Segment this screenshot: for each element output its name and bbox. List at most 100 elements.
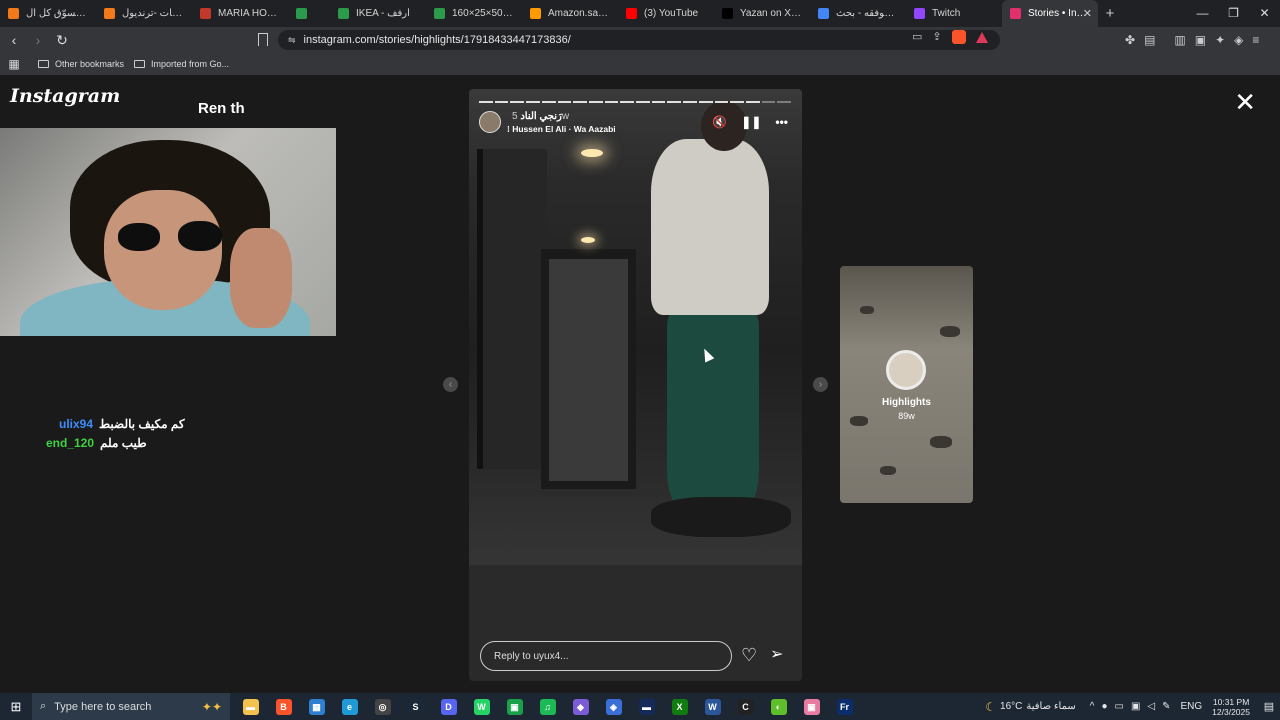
site-info-icon[interactable]: ⇋ — [288, 35, 296, 46]
menu-icon[interactable]: ≡ — [1252, 33, 1259, 47]
taskbar-search[interactable]: ⌕ Type here to search ✦✦ — [32, 693, 230, 720]
bookmark-imported[interactable]: Imported from Go... — [134, 59, 229, 69]
back-icon[interactable]: ‹ — [4, 32, 24, 48]
display-icon[interactable]: ▭ — [1115, 701, 1124, 712]
progress-segment — [777, 101, 792, 103]
taskbar-app-fresco[interactable]: Fr — [828, 693, 861, 720]
bookmark-label: Imported from Go... — [151, 59, 230, 69]
taskbar-app-brave[interactable]: B — [267, 693, 300, 720]
like-heart-icon[interactable]: ♡ — [741, 645, 757, 665]
progress-segment — [683, 101, 697, 103]
mute-icon[interactable]: 🔇 — [712, 115, 727, 129]
taskbar-app-app-purple[interactable]: ◆ — [564, 693, 597, 720]
search-highlight-icon[interactable]: ✦✦ — [202, 700, 222, 714]
taskbar-app-xbox[interactable]: X — [663, 693, 696, 720]
next-highlight-title: Highlights — [882, 397, 931, 408]
tab-instagram[interactable]: Stories • Instagram✕ — [1002, 0, 1098, 27]
address-bar: ‹ › ↻ ⇋ instagram.com/stories/highlights… — [0, 27, 1280, 53]
taskbar-app-app-green[interactable]: ▣ — [498, 693, 531, 720]
tab-ikea[interactable] — [288, 0, 330, 27]
windows-start-icon[interactable]: ⊞ — [0, 699, 32, 715]
close-story-icon[interactable]: ✕ — [1234, 89, 1256, 115]
taskbar: ⊞ ⌕ Type here to search ✦✦ ▬ B ▦ e ◎ S D W ▣ ♫ ◆ ◈ ▬… — [0, 693, 1280, 720]
new-tab-button[interactable]: + — [1098, 5, 1122, 22]
taskbar-app-steam[interactable]: S — [399, 693, 432, 720]
url-field[interactable]: ⇋ instagram.com/stories/highlights/17918… — [278, 30, 1000, 50]
tab-ikea[interactable]: مكتبة 50×25×160 ... — [426, 0, 522, 27]
reload-icon[interactable]: ↻ — [52, 32, 72, 49]
reply-input[interactable]: Reply to uyux4... — [480, 641, 732, 671]
tab-trendyol[interactable]: كل منتجات -ترنديول — [96, 0, 192, 27]
microphone-icon[interactable]: ● — [1101, 701, 1107, 712]
tab-maria-homes[interactable]: MARIA HOMES - ظرف — [192, 0, 288, 27]
taskbar-app-app-pink[interactable]: ▣ — [795, 693, 828, 720]
tab-amazon[interactable]: Amazon.sa : جدارية — [522, 0, 618, 27]
bookmark-icon[interactable] — [258, 33, 268, 46]
extensions-icon[interactable]: ✤ — [1125, 33, 1135, 47]
send-icon[interactable]: ➢ — [770, 645, 783, 665]
taskbar-app-whatsapp[interactable]: W — [465, 693, 498, 720]
close-window-icon[interactable]: ✕ — [1249, 0, 1280, 27]
story-viewer[interactable]: رَنجي الناد 5w ⁞ Hussen El Ali · Wa Aaza… — [469, 89, 802, 681]
apps-grid-icon[interactable]: ▦ — [0, 57, 28, 71]
previous-story-icon[interactable]: ‹ — [443, 377, 458, 392]
close-tab-icon[interactable]: ✕ — [1083, 7, 1092, 20]
floor-speck — [880, 466, 896, 475]
url-text[interactable]: instagram.com/stories/highlights/1791843… — [304, 34, 571, 46]
notification-icon[interactable]: ▤ — [1258, 700, 1280, 713]
pen-icon[interactable]: ✎ — [1162, 701, 1170, 712]
network-icon[interactable]: ▣ — [1131, 701, 1140, 712]
story-music[interactable]: ⁞ Hussen El Ali · Wa Aazabi — [507, 124, 616, 134]
taskbar-app-app-lime[interactable]: ◐ — [762, 693, 795, 720]
next-highlight-card[interactable]: Highlights 89w — [840, 266, 973, 503]
language-indicator[interactable]: ENG — [1181, 701, 1203, 712]
tab-google[interactable]: كوفقه - بحث Google — [810, 0, 906, 27]
brave-shields-icon[interactable] — [951, 30, 966, 44]
tab-twitch[interactable]: Twitch — [906, 0, 1002, 27]
chat-username: ulix94 — [59, 416, 94, 431]
tab-ikea[interactable]: IKEA - ارفف — [330, 0, 426, 27]
share-icon[interactable]: ⇪ — [932, 30, 941, 44]
bookmark-other[interactable]: Other bookmarks — [38, 59, 124, 69]
story-media[interactable] — [469, 89, 802, 565]
tab-search-icon[interactable]: ▤ — [1144, 33, 1155, 47]
taskbar-app-spotify[interactable]: ♫ — [531, 693, 564, 720]
taskbar-app-file-explorer[interactable]: ▬ — [234, 693, 267, 720]
weather-widget[interactable]: ☾ 16°C سماء صافية — [985, 700, 1076, 714]
story-username[interactable]: رَنجي الناد — [520, 111, 562, 122]
wallet-icon[interactable]: ▣ — [1195, 33, 1206, 47]
sidebar-icon[interactable]: ▥ — [1174, 33, 1185, 47]
highlight-avatar — [886, 350, 926, 390]
pause-icon[interactable]: ❚❚ — [741, 115, 761, 129]
minimize-icon[interactable]: — — [1187, 0, 1218, 27]
restore-icon[interactable]: ❐ — [1218, 0, 1249, 27]
chevron-up-icon[interactable]: ^ — [1090, 701, 1095, 712]
vpn-icon[interactable]: ◈ — [1234, 33, 1243, 47]
app-lime-icon: ◐ — [770, 698, 787, 715]
cast-icon[interactable]: ▭ — [912, 30, 922, 44]
volume-icon[interactable]: ◁ — [1147, 701, 1155, 712]
taskbar-app-capcut[interactable]: C — [729, 693, 762, 720]
app-blue-icon: ◈ — [605, 698, 622, 715]
sunglasses-left — [118, 223, 160, 251]
brave-rewards-icon[interactable] — [975, 32, 988, 43]
tab-trendyol[interactable]: ترنديول: تسوّق كل ال — [0, 0, 96, 27]
progress-segment — [761, 101, 776, 103]
tab-youtube[interactable]: (3) YouTube — [618, 0, 714, 27]
taskbar-app-app-blue[interactable]: ◈ — [597, 693, 630, 720]
forward-icon[interactable]: › — [28, 32, 48, 48]
taskbar-app-app[interactable]: ◎ — [366, 693, 399, 720]
next-story-icon[interactable]: › — [813, 377, 828, 392]
tab-x[interactable]: Yazan on X: "@M7m — [714, 0, 810, 27]
instagram-logo[interactable]: Instagram — [10, 85, 120, 107]
person-shoes — [651, 497, 791, 537]
taskbar-app-word[interactable]: W — [696, 693, 729, 720]
more-options-icon[interactable]: ••• — [775, 115, 788, 129]
avatar[interactable] — [479, 111, 501, 133]
taskbar-app-store[interactable]: ▦ — [300, 693, 333, 720]
taskbar-app-app-dark[interactable]: ▬ — [630, 693, 663, 720]
clock[interactable]: 10:31 PM 12/3/2025 — [1212, 697, 1250, 717]
taskbar-app-discord[interactable]: D — [432, 693, 465, 720]
taskbar-app-edge[interactable]: e — [333, 693, 366, 720]
leo-ai-icon[interactable]: ✦ — [1215, 33, 1225, 47]
